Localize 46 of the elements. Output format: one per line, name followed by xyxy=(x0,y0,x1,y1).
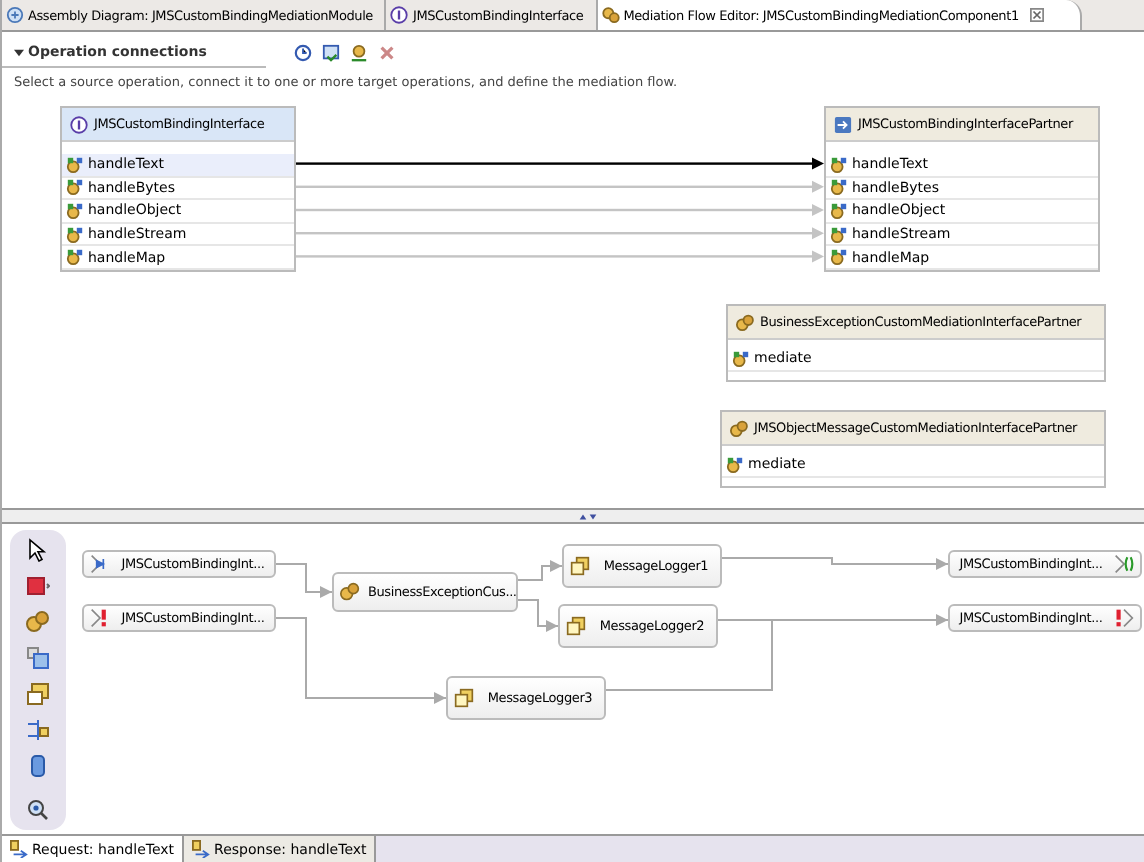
database-icon[interactable] xyxy=(26,754,50,778)
gears-icon[interactable] xyxy=(26,610,50,634)
add-connection-icon[interactable] xyxy=(322,44,341,62)
logger-icon xyxy=(454,688,474,708)
pointer-icon[interactable] xyxy=(26,538,50,562)
connection-line[interactable] xyxy=(605,619,773,691)
operation-icon xyxy=(830,178,848,197)
copy-icon[interactable] xyxy=(26,646,50,670)
stop-icon[interactable] xyxy=(26,574,50,598)
reference-icon xyxy=(834,115,852,133)
operation-icon[interactable] xyxy=(350,44,369,62)
clock-icon[interactable] xyxy=(294,44,313,62)
routing-icon[interactable] xyxy=(26,718,50,742)
input-icon xyxy=(90,554,110,574)
operation-icon xyxy=(66,201,84,220)
gears-icon xyxy=(736,313,754,331)
flow-direction-icon xyxy=(10,840,28,858)
flow-direction-icon xyxy=(192,840,211,858)
operation-icon xyxy=(66,178,84,197)
callout-fault-icon xyxy=(1114,608,1134,628)
delete-icon[interactable] xyxy=(378,44,397,62)
zoom-icon[interactable] xyxy=(26,798,50,822)
gears-icon xyxy=(730,419,748,437)
diagram-icon xyxy=(6,6,24,24)
splitter-arrows-icon[interactable] xyxy=(577,511,597,521)
operation-icon xyxy=(66,248,84,267)
interface-icon xyxy=(390,6,409,24)
input-fault-icon xyxy=(90,608,110,628)
interface-icon xyxy=(70,115,88,133)
gears-icon xyxy=(340,582,360,602)
gears-icon xyxy=(601,6,620,24)
operation-icon xyxy=(830,225,848,244)
collapse-icon[interactable] xyxy=(14,47,24,57)
logger-icon xyxy=(566,616,586,636)
message-icon[interactable] xyxy=(26,682,50,706)
operation-icon xyxy=(830,248,848,267)
operation-icon xyxy=(66,225,84,244)
operation-icon xyxy=(726,455,744,474)
logger-icon xyxy=(570,556,590,576)
close-icon[interactable] xyxy=(1030,8,1045,22)
operation-icon xyxy=(66,155,84,174)
operation-icon xyxy=(830,155,848,174)
operation-icon xyxy=(830,201,848,220)
connection-line[interactable] xyxy=(296,157,824,170)
callout-icon xyxy=(1114,554,1134,574)
operation-icon xyxy=(732,349,750,368)
